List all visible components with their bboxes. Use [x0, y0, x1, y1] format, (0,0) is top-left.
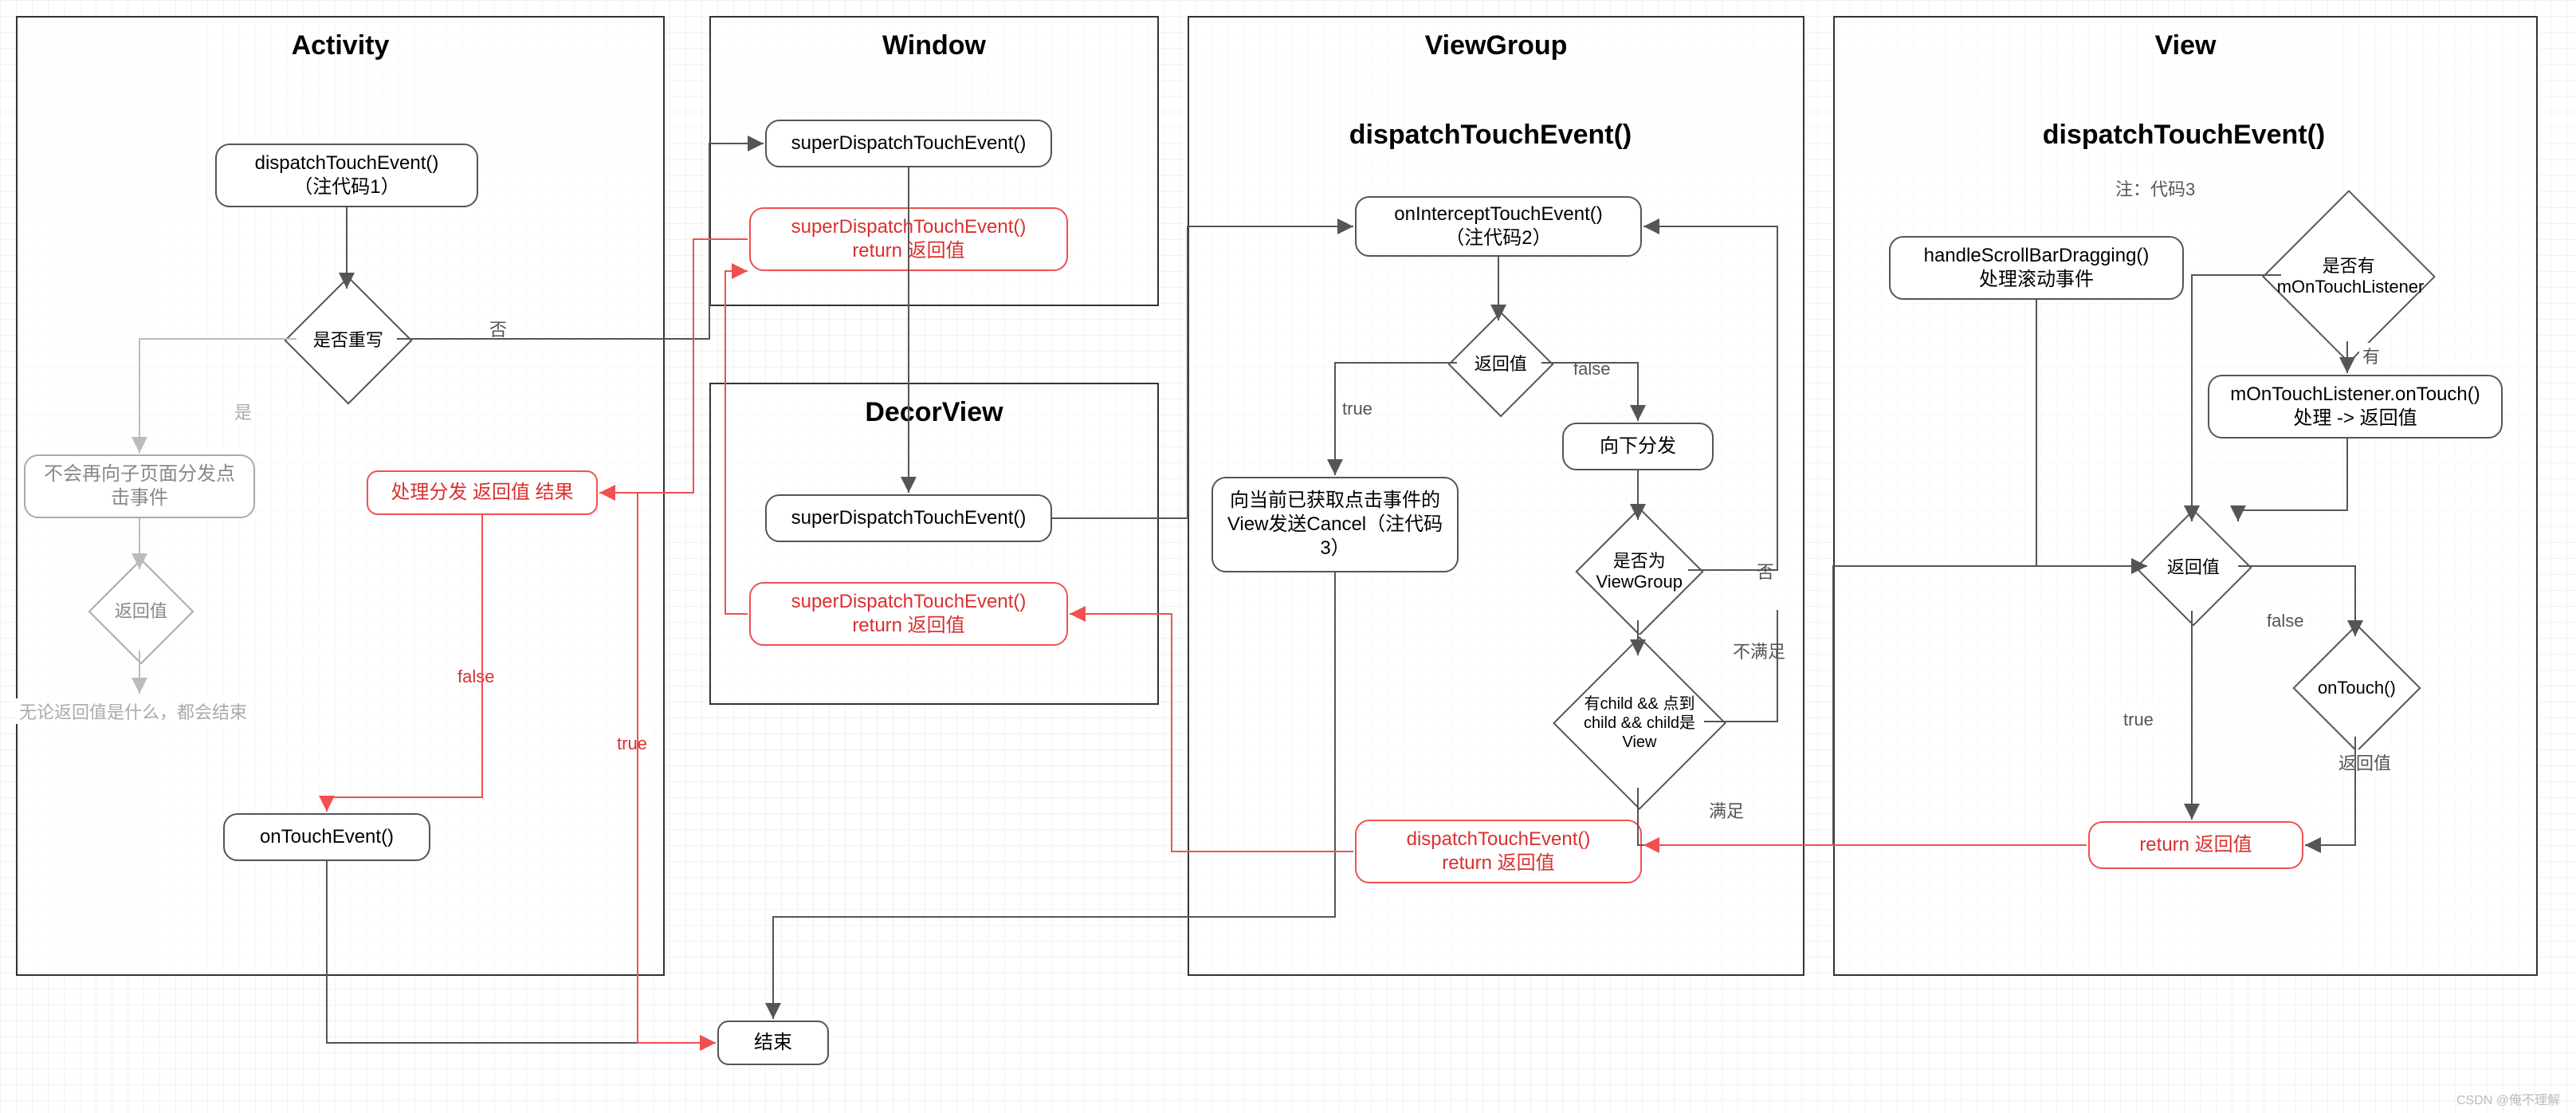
lane-decor: DecorView	[709, 383, 1159, 705]
vg-satisfy: 满足	[1706, 797, 1747, 823]
vg-not-satisfy: 不满足	[1730, 638, 1789, 663]
decor-super-dispatch: superDispatchTouchEvent()	[765, 494, 1052, 542]
window-super-dispatch: superDispatchTouchEvent()	[765, 120, 1052, 167]
watermark: CSDN @俺不理解	[2456, 1089, 2560, 1108]
end-node: 结束	[717, 1021, 829, 1065]
decor-return: superDispatchTouchEvent() return 返回值	[749, 582, 1068, 646]
lane-title-view: View	[1835, 18, 2536, 68]
view-note3: 注：代码3	[2112, 175, 2198, 201]
view-has: 有	[2359, 343, 2383, 368]
view-false: false	[2264, 611, 2307, 631]
activity-handle-dispatch: 处理分发 返回值 结果	[367, 470, 598, 515]
label-override-yes: 是	[231, 399, 255, 424]
vg-cancel: 向当前已获取点击事件的View发送Cancel（注代码3）	[1211, 477, 1459, 572]
vg-title: dispatchTouchEvent()	[1275, 120, 1706, 151]
vg-no: 否	[1753, 558, 1777, 584]
lane-title-decor: DecorView	[711, 384, 1157, 435]
lane-title-viewgroup: ViewGroup	[1189, 18, 1803, 68]
vg-false: false	[1570, 359, 1613, 380]
view-return-label: 返回值	[2335, 749, 2394, 775]
label-false: false	[454, 667, 497, 687]
activity-no-dispatch: 不会再向子页面分发点击事件	[24, 454, 255, 518]
lane-title-window: Window	[711, 18, 1157, 68]
vg-intercept: onInterceptTouchEvent() （注代码2）	[1355, 196, 1642, 257]
view-ontouchlistener: mOnTouchListener.onTouch() 处理 -> 返回值	[2208, 375, 2503, 439]
vg-down: 向下分发	[1562, 423, 1714, 470]
label-true: true	[614, 733, 650, 754]
view-true: true	[2120, 710, 2157, 730]
activity-dispatch: dispatchTouchEvent() （注代码1）	[215, 144, 478, 207]
view-title: dispatchTouchEvent()	[1985, 120, 2383, 151]
vg-return-red: dispatchTouchEvent() return 返回值	[1355, 820, 1642, 883]
vg-true: true	[1339, 399, 1376, 419]
any-return-end: 无论返回值是什么，都会结束	[16, 698, 250, 724]
view-return-red: return 返回值	[2088, 821, 2303, 869]
view-scroll: handleScrollBarDragging() 处理滚动事件	[1889, 236, 2184, 300]
window-return: superDispatchTouchEvent() return 返回值	[749, 207, 1068, 271]
activity-ontouch: onTouchEvent()	[223, 813, 430, 861]
label-override-no: 否	[486, 316, 510, 341]
lane-title-activity: Activity	[18, 18, 663, 68]
